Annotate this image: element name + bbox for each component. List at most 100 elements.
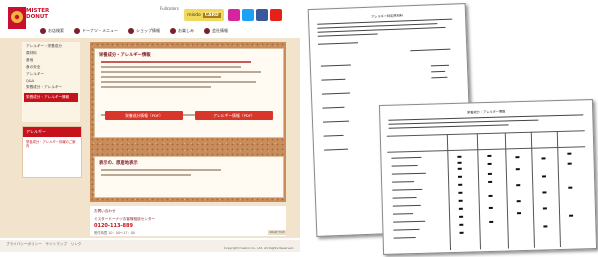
sidebar-item[interactable]: 産地 <box>26 58 78 63</box>
allergy-box-text: 栄養成分・アレルギー情報のご案内 <box>26 140 76 148</box>
text-line <box>101 61 251 63</box>
allergy-pdf-button[interactable]: アレルギー情報（PDF） <box>195 111 273 120</box>
table-column-line <box>504 132 509 249</box>
nav-item-menu[interactable]: ドーナツ・メニュー <box>74 28 118 34</box>
contact-phone[interactable]: 0120-113-889 <box>94 223 282 229</box>
doc-text-line <box>321 92 350 96</box>
table-mark <box>515 168 520 171</box>
sidebar-item[interactable]: 食の安全 <box>26 65 78 70</box>
text-line <box>101 169 221 171</box>
nav-item-company[interactable]: 会社情報 <box>204 28 228 34</box>
table-mark <box>488 206 493 209</box>
card-banner-prefix: misdo <box>187 12 201 18</box>
gift-icon <box>170 28 176 34</box>
table-mark <box>457 161 462 164</box>
card-banner-word: CARD <box>202 12 221 18</box>
table-column-line <box>530 131 535 248</box>
store-icon <box>40 28 46 34</box>
logo-text: MISTER DONUT <box>26 8 50 20</box>
text-line <box>101 81 256 83</box>
sidebar-item[interactable]: アレルギー <box>26 72 78 77</box>
table-mark <box>569 214 574 217</box>
main-content: 栄養成分・アレルギー情報 栄養成分情報（PDF） アレルギー情報（PDF） 表示… <box>90 42 286 202</box>
doc-text-line <box>431 70 446 73</box>
facebook-icon[interactable] <box>256 9 268 21</box>
table-mark <box>568 186 573 189</box>
sidebar: アレルギー・栄養成分 原材料 産地 食の安全 アレルギー Q&A 栄養成分・アレ… <box>22 42 80 122</box>
doc-text-line <box>317 33 378 38</box>
sidebar-item[interactable]: Q&A <box>26 79 78 83</box>
twitter-icon[interactable] <box>242 9 254 21</box>
table-mark <box>457 155 462 158</box>
doc-text-line <box>392 197 417 200</box>
page-top-button[interactable]: PAGE TOP <box>268 230 286 235</box>
table-mark <box>516 212 522 215</box>
sidebar-item[interactable]: アレルギー・栄養成分 <box>26 44 78 49</box>
contact-heading: お問い合わせ <box>94 209 116 213</box>
text-line <box>101 174 191 176</box>
doc-text-line <box>410 48 451 52</box>
doc-text-line <box>391 172 426 176</box>
nav-label: お楽しみ <box>178 28 194 33</box>
doc-text-line <box>393 220 426 224</box>
origin-panel: 表示の、原産地表示 <box>94 156 284 198</box>
building-icon <box>204 28 210 34</box>
doc-text-line <box>324 148 349 151</box>
main-nav: お店検索 ドーナツ・メニュー ショップ情報 お楽しみ 会社情報 <box>40 26 290 36</box>
sidebar-item[interactable]: 原材料 <box>26 51 78 56</box>
table-mark <box>487 154 492 157</box>
nutrition-pdf-button[interactable]: 栄養成分情報（PDF） <box>105 111 183 120</box>
footer-links[interactable]: プライバシーポリシー サイトマップ リンク <box>6 242 81 247</box>
doc-text-line <box>392 188 423 192</box>
table-mark <box>541 157 546 160</box>
nav-item-shop-info[interactable]: ショップ情報 <box>128 28 160 34</box>
copyright-text: Copyright Duskin Co., Ltd. All Rights Re… <box>223 246 294 250</box>
table-mark <box>458 191 463 194</box>
nav-label: 会社情報 <box>212 28 228 33</box>
sidebar-item[interactable]: 栄養成分・アレルギー <box>26 85 78 90</box>
doc-text-line <box>392 213 414 216</box>
nav-item-fun[interactable]: お楽しみ <box>170 28 194 34</box>
nav-item-store-search[interactable]: お店検索 <box>40 28 64 34</box>
youtube-icon[interactable] <box>270 9 282 21</box>
allergy-info-box[interactable]: アレルギー 栄養成分・アレルギー情報のご案内 <box>22 126 82 178</box>
table-column-line <box>556 131 561 248</box>
doc-text-line <box>393 228 420 232</box>
table-rule <box>386 130 585 137</box>
table-mark <box>488 194 493 197</box>
doc-text-line <box>323 134 344 137</box>
nav-label: ドーナツ・メニュー <box>82 28 118 33</box>
site-header: MISTER DONUT Fullcolors misdo CARD お店検索 … <box>0 0 300 38</box>
table-mark <box>458 207 463 210</box>
table-mark <box>459 223 464 226</box>
table-mark <box>457 175 463 178</box>
table-mark <box>489 220 494 223</box>
card-banner[interactable]: misdo CARD <box>184 9 224 21</box>
doc-text-line <box>392 204 421 208</box>
doc-text-line <box>393 237 416 240</box>
table-mark <box>459 215 464 218</box>
table-mark <box>457 167 462 170</box>
nutrition-document-front: 栄養成分・アレルギー情報 <box>378 99 598 255</box>
contact-hours: 受付時間 10：00～17：00 <box>94 231 135 235</box>
doc-text-line <box>430 64 449 67</box>
contact-center: ミスタードーナツお客様相談センター <box>94 217 156 221</box>
table-mark <box>458 199 463 202</box>
site-footer: プライバシーポリシー サイトマップ リンク Copyright Duskin C… <box>0 240 300 252</box>
instagram-icon[interactable] <box>228 9 240 21</box>
table-mark <box>567 162 572 165</box>
nutrition-panel: 栄養成分・アレルギー情報 栄養成分情報（PDF） アレルギー情報（PDF） <box>94 48 284 138</box>
doc-text-line <box>318 42 359 46</box>
doc-text-line <box>322 106 345 110</box>
table-mark <box>516 184 521 187</box>
table-mark <box>542 207 547 210</box>
table-mark <box>543 225 548 228</box>
doc-text-line <box>388 124 509 130</box>
table-rule <box>387 146 586 153</box>
contact-box: お問い合わせ ミスタードーナツお客様相談センター 0120-113-889 受付… <box>90 206 286 236</box>
doc-text-line <box>392 181 415 184</box>
sidebar-item-active[interactable]: 栄養成分・アレルギー情報 <box>24 93 78 102</box>
origin-panel-title: 表示の、原産地表示 <box>99 161 138 166</box>
table-mark <box>541 175 547 178</box>
doc-text-line <box>320 64 351 68</box>
